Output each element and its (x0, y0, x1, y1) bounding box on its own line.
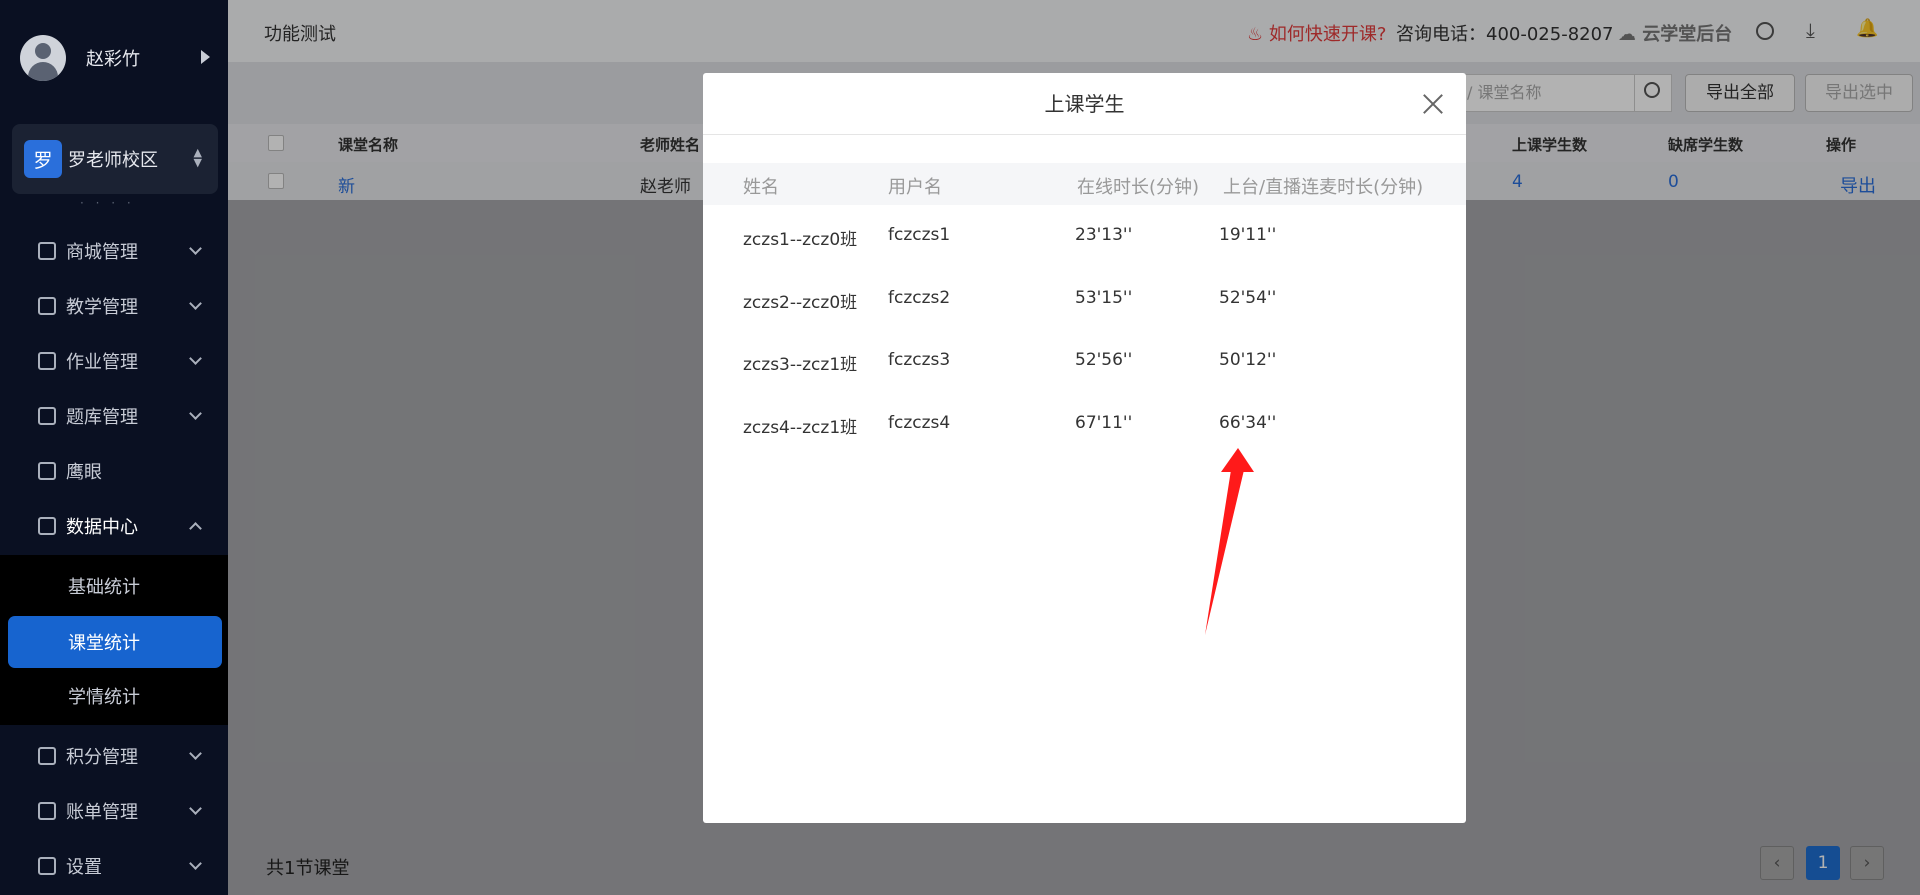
sidebar-item-points[interactable]: 积分管理 (0, 728, 228, 783)
grid-icon (38, 856, 56, 875)
student-username: fczczs4 (888, 413, 951, 433)
sidebar-subitem-label: 课堂统计 (68, 633, 140, 654)
student-name: zczs3--zcz1班 (743, 355, 858, 375)
sidebar-item-label: 教学管理 (66, 296, 138, 318)
table-row: zczs4--zcz1班 fczczs4 67'11'' 66'34'' (703, 393, 1466, 455)
library-icon (38, 406, 56, 425)
campus-badge: 罗 (24, 140, 62, 178)
close-icon[interactable] (1422, 93, 1444, 115)
caret-right-icon[interactable] (201, 50, 210, 64)
chevron-down-icon (189, 747, 202, 760)
sidebar-subitem-label: 基础统计 (68, 577, 140, 598)
col-name: 姓名 (743, 177, 779, 198)
sidebar-item-homework[interactable]: 作业管理 (0, 333, 228, 388)
sidebar-subitem-basic-stats[interactable]: 基础统计 (0, 560, 228, 612)
students-modal: 上课学生 姓名 用户名 在线时长(分钟) 上台/直播连麦时长(分钟) zczs1… (703, 73, 1466, 823)
sort-icon: ▲ ▼ (193, 146, 202, 169)
user-profile[interactable]: 赵彩竹 (0, 0, 228, 115)
student-username: fczczs3 (888, 350, 951, 370)
sidebar-subitem-class-stats[interactable]: 课堂统计 (8, 616, 222, 668)
col-username: 用户名 (888, 177, 942, 198)
document-icon (38, 351, 56, 370)
student-name: zczs4--zcz1班 (743, 418, 858, 438)
modal-table-header: 姓名 用户名 在线时长(分钟) 上台/直播连麦时长(分钟) (703, 163, 1466, 205)
sidebar-item-label: 账单管理 (66, 801, 138, 823)
modal-title: 上课学生 (703, 73, 1466, 135)
student-username: fczczs2 (888, 288, 951, 308)
online-duration: 52'56'' (1075, 350, 1133, 370)
sidebar-item-label: 设置 (66, 856, 102, 878)
table-row: zczs1--zcz0班 fczczs1 23'13'' 19'11'' (703, 205, 1466, 267)
col-stage-duration: 上台/直播连麦时长(分钟) (1223, 177, 1424, 198)
scroll-dots: · · · · (80, 196, 135, 210)
eye-icon (38, 461, 56, 480)
book-icon (38, 296, 56, 315)
stage-duration: 19'11'' (1219, 225, 1277, 245)
sidebar-item-label: 数据中心 (66, 516, 138, 538)
avatar (20, 34, 66, 81)
sidebar-item-settings[interactable]: 设置 (0, 838, 228, 893)
bill-icon (38, 801, 56, 820)
chevron-down-icon (189, 242, 202, 255)
table-row: zczs2--zcz0班 fczczs2 53'15'' 52'54'' (703, 268, 1466, 330)
sidebar-item-label: 商城管理 (66, 241, 138, 263)
chart-icon (38, 516, 56, 535)
user-name: 赵彩竹 (86, 48, 140, 70)
campus-name: 罗老师校区 (68, 150, 158, 171)
sidebar-subitem-learning-stats[interactable]: 学情统计 (0, 670, 228, 722)
col-online-duration: 在线时长(分钟) (1077, 177, 1200, 198)
store-icon (38, 241, 56, 260)
sidebar-subitem-label: 学情统计 (68, 687, 140, 708)
chevron-down-icon (189, 352, 202, 365)
sidebar-item-label: 鹰眼 (66, 461, 102, 483)
stage-duration: 52'54'' (1219, 288, 1277, 308)
sidebar-item-question-bank[interactable]: 题库管理 (0, 388, 228, 443)
sidebar-item-label: 作业管理 (66, 351, 138, 373)
star-icon (38, 746, 56, 765)
sidebar-item-label: 积分管理 (66, 746, 138, 768)
online-duration: 23'13'' (1075, 225, 1133, 245)
sidebar-item-billing[interactable]: 账单管理 (0, 783, 228, 838)
student-username: fczczs1 (888, 225, 951, 245)
chevron-down-icon (189, 297, 202, 310)
chevron-down-icon (189, 802, 202, 815)
sidebar-item-mall[interactable]: 商城管理 (0, 223, 228, 278)
sidebar: 赵彩竹 罗 罗老师校区 ▲ ▼ · · · · 商城管理 教学管理 作业管理 题库… (0, 0, 228, 895)
online-duration: 53'15'' (1075, 288, 1133, 308)
sidebar-item-eagle-eye[interactable]: 鹰眼 (0, 443, 228, 498)
stage-duration: 50'12'' (1219, 350, 1277, 370)
stage-duration: 66'34'' (1219, 413, 1277, 433)
campus-selector[interactable]: 罗 罗老师校区 ▲ ▼ (12, 124, 218, 194)
student-name: zczs1--zcz0班 (743, 230, 858, 250)
chevron-up-icon (189, 522, 202, 535)
student-name: zczs2--zcz0班 (743, 293, 858, 313)
chevron-down-icon (189, 857, 202, 870)
chevron-down-icon (189, 407, 202, 420)
online-duration: 67'11'' (1075, 413, 1133, 433)
sidebar-item-label: 题库管理 (66, 406, 138, 428)
table-row: zczs3--zcz1班 fczczs3 52'56'' 50'12'' (703, 330, 1466, 392)
sidebar-item-data-center[interactable]: 数据中心 (0, 498, 228, 553)
sidebar-item-teaching[interactable]: 教学管理 (0, 278, 228, 333)
